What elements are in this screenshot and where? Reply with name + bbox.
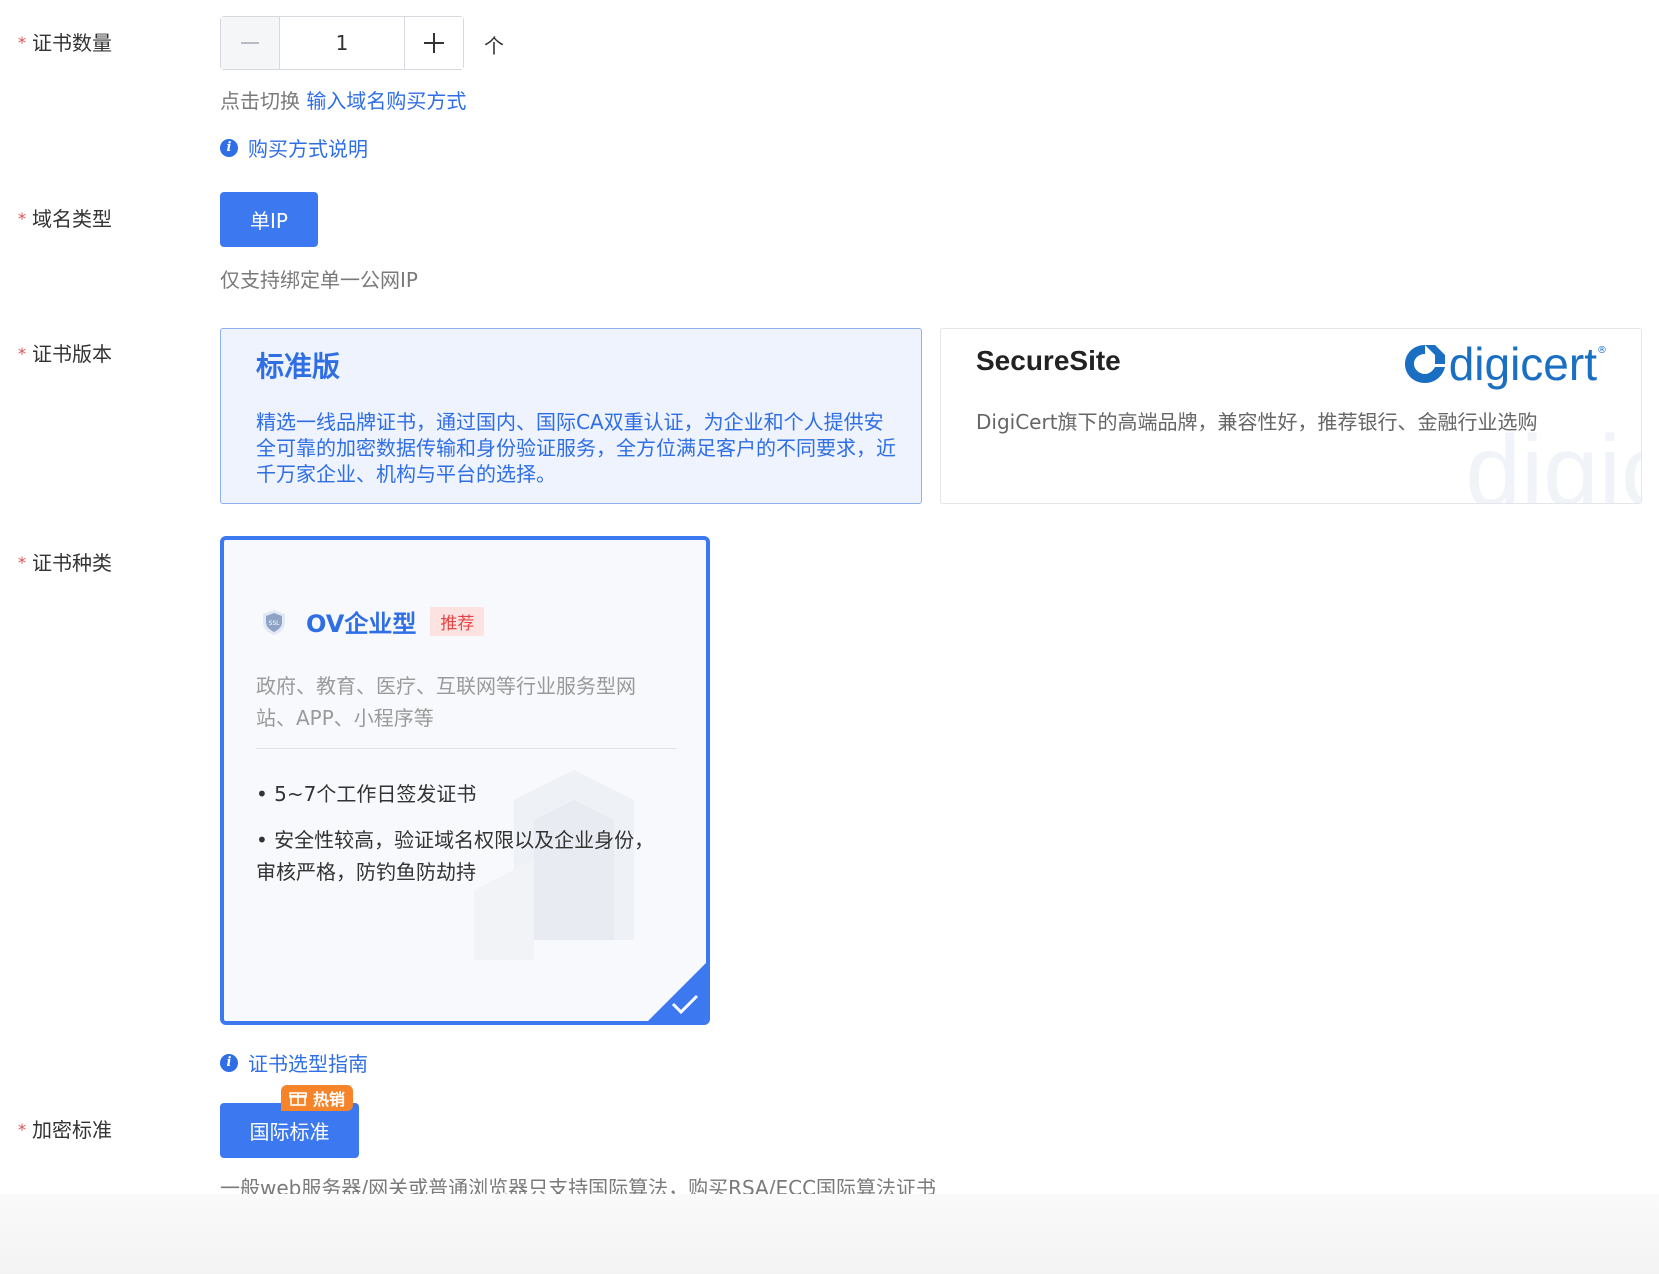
version-desc: DigiCert旗下的高端品牌，兼容性好，推荐银行、金融行业选购 bbox=[976, 410, 1538, 434]
ssl-shield-icon: SSL bbox=[263, 609, 285, 635]
encryption-label: * 加密标准 bbox=[18, 1118, 112, 1142]
cert-type-header: SSL OV企业型 推荐 bbox=[260, 604, 485, 639]
quantity-label: * 证书数量 bbox=[18, 31, 112, 55]
cert-type-name: OV企业型 bbox=[306, 610, 417, 638]
version-title: SecureSite bbox=[976, 345, 1121, 376]
quantity-stepper[interactable]: 1 bbox=[220, 16, 464, 70]
single-ip-option[interactable]: 单IP bbox=[220, 192, 318, 247]
gift-icon bbox=[289, 1092, 307, 1106]
check-icon bbox=[671, 994, 699, 1015]
version-card-standard[interactable]: 标准版 精选一线品牌证书，通过国内、国际CA双重认证，为企业和个人提供安全可靠的… bbox=[220, 328, 922, 504]
version-desc: 精选一线品牌证书，通过国内、国际CA双重认证，为企业和个人提供安全可靠的加密数据… bbox=[256, 410, 896, 486]
cert-type-desc: 政府、教育、医疗、互联网等行业服务型网站、APP、小程序等 bbox=[256, 674, 636, 730]
svg-text:SSL: SSL bbox=[269, 620, 281, 627]
digicert-mark-icon bbox=[1404, 345, 1445, 383]
increment-button[interactable] bbox=[404, 17, 463, 69]
feature-item: • 5~7个工作日签发证书 bbox=[256, 782, 477, 806]
switch-mode-text: 点击切换 输入域名购买方式 bbox=[220, 89, 467, 113]
info-icon: i bbox=[220, 138, 238, 157]
version-title: 标准版 bbox=[256, 350, 341, 383]
cert-type-label: * 证书种类 bbox=[18, 551, 112, 575]
decrement-button[interactable] bbox=[221, 17, 280, 69]
quantity-input[interactable]: 1 bbox=[280, 17, 404, 69]
switch-mode-link[interactable]: 输入域名购买方式 bbox=[306, 89, 466, 113]
info-icon: i bbox=[220, 1053, 238, 1072]
cert-type-card-ov[interactable]: SSL OV企业型 推荐 政府、教育、医疗、互联网等行业服务型网站、APP、小程… bbox=[220, 536, 710, 1025]
domain-type-label: * 域名类型 bbox=[18, 207, 112, 231]
digicert-logo: digicert ® bbox=[1401, 337, 1607, 391]
feature-item: • 安全性较高，验证域名权限以及企业身份，审核严格，防钓鱼防劫持 bbox=[256, 828, 655, 884]
cert-guide-link[interactable]: i 证书选型指南 bbox=[220, 1048, 368, 1077]
plus-icon bbox=[424, 33, 444, 53]
minus-icon bbox=[241, 42, 259, 44]
divider bbox=[256, 748, 676, 749]
international-standard-option[interactable]: 国际标准 bbox=[220, 1103, 359, 1158]
domain-type-hint: 仅支持绑定单一公网IP bbox=[220, 268, 418, 292]
quantity-unit: 个 bbox=[484, 34, 504, 58]
recommend-badge: 推荐 bbox=[430, 607, 485, 636]
hot-sale-badge: 热销 bbox=[281, 1085, 354, 1111]
purchase-method-help-link[interactable]: i 购买方式说明 bbox=[220, 133, 368, 162]
version-card-securesite[interactable]: digic SecureSite digicert ® DigiCert旗下的高… bbox=[940, 328, 1642, 504]
cert-version-label: * 证书版本 bbox=[18, 342, 112, 366]
page-footer-band bbox=[0, 1194, 1659, 1274]
